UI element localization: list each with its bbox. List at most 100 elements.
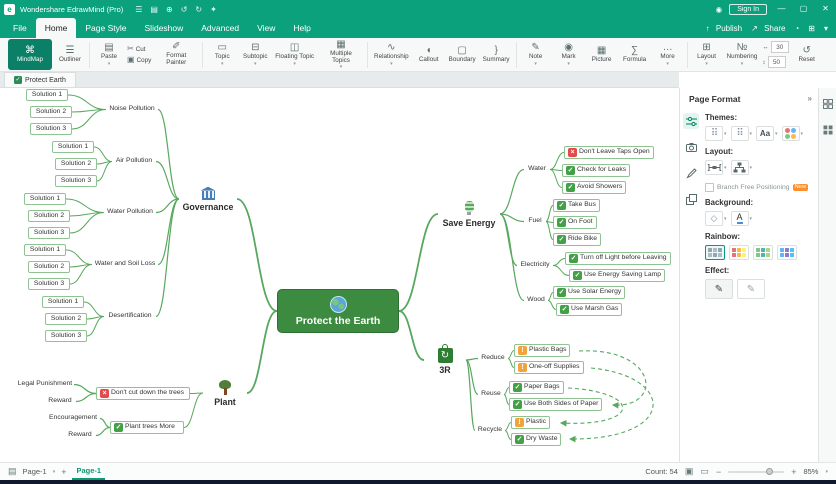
mindmap-node-marsh[interactable]: ✓Use Marsh Gas [556, 303, 622, 316]
mindmap-node-noise-s1[interactable]: Solution 1 [26, 89, 68, 101]
h-spacing-stepper[interactable]: ↔ 30 [762, 41, 788, 53]
fit-screen-icon[interactable]: ▣ [685, 466, 694, 477]
mindmap-node-light[interactable]: ✓Turn off Light before Leaving [565, 252, 671, 265]
mindmap-node-legal[interactable]: Legal Punishment [16, 379, 74, 390]
layout-tree-button[interactable]: ▾ [731, 160, 753, 175]
topic-button[interactable]: ▭Topic▾ [207, 39, 237, 70]
mindmap-node-showers[interactable]: ✓Avoid Showers [562, 181, 626, 194]
theme-style-button-2[interactable]: ⠿▾ [731, 126, 753, 141]
user-icon[interactable]: ◉ [716, 5, 723, 14]
rainbow-option-1[interactable] [705, 245, 725, 260]
menu-item-file[interactable]: File [4, 18, 36, 38]
page-selector[interactable]: Page-1▾ [23, 467, 56, 476]
mindmap-node-air-s2[interactable]: Solution 2 [55, 158, 97, 170]
mindmap-node-r3[interactable]: 3R [424, 344, 466, 376]
search-icon[interactable]: ✦ [210, 5, 217, 14]
mindmap-node-dontcut[interactable]: ×Don't cut down the trees [96, 387, 190, 400]
mindmap-node-taps[interactable]: ×Don't Leave Taps Open [564, 146, 654, 159]
more-button[interactable]: …More▾ [653, 39, 683, 70]
formula-button[interactable]: ∑Formula [620, 39, 650, 70]
grid-view-alt-icon[interactable] [820, 122, 836, 138]
picture-button[interactable]: ▦Picture [587, 39, 617, 70]
mindmap-node-waterpol-s3[interactable]: Solution 3 [28, 227, 70, 239]
mindmap-node-save-energy[interactable]: Save Energy [438, 195, 500, 233]
mindmap-node-water[interactable]: Water [524, 164, 550, 175]
chevron-down-icon[interactable]: ▾ [824, 24, 828, 33]
mindmap-node-air[interactable]: Air Pollution [112, 156, 156, 167]
cut-button[interactable]: ✂Cut [127, 45, 151, 53]
mindmap-node-reduce[interactable]: Reduce [478, 353, 508, 364]
mindmap-node-reward1[interactable]: Reward [44, 396, 76, 407]
bell-icon[interactable]: ◔ [794, 24, 799, 33]
mindmap-node-soil[interactable]: Water and Soil Loss [92, 259, 158, 270]
layout-button[interactable]: ⊞Layout▾ [692, 39, 722, 70]
mindmap-node-desert-s3[interactable]: Solution 3 [45, 330, 87, 342]
minimize-button[interactable]: — [774, 0, 789, 18]
menu-icon[interactable]: ☰ [135, 5, 142, 14]
mindmap-node-bothsides[interactable]: ✓Use Both Sides of Paper [509, 398, 602, 411]
mindmap-node-soil-s1[interactable]: Solution 1 [24, 244, 66, 256]
reset-button[interactable]: ↺Reset [792, 39, 822, 70]
presentation-icon[interactable]: ▭ [700, 466, 709, 477]
mindmap-node-pbags[interactable]: !Plastic Bags [514, 344, 570, 357]
mindmap-node-desert-s2[interactable]: Solution 2 [45, 313, 87, 325]
mindmap-node-desert-s1[interactable]: Solution 1 [42, 296, 84, 308]
outliner-view-button[interactable]: ☰ Outliner [55, 39, 85, 70]
mindmap-node-paperbags[interactable]: ✓Paper Bags [509, 381, 564, 394]
theme-color-button[interactable]: ▾ [782, 126, 804, 141]
mindmap-node-fuel[interactable]: Fuel [524, 216, 546, 227]
v-spacing-stepper[interactable]: ↕ 50 [762, 56, 788, 68]
redo-icon[interactable]: ↻ [195, 5, 202, 14]
pen-tab-icon[interactable] [683, 165, 699, 181]
mark-button[interactable]: ◉Mark▾ [554, 39, 584, 70]
mindmap-node-solar[interactable]: ✓Use Solar Energy [553, 286, 625, 299]
mindmap-node-noise-s3[interactable]: Solution 3 [30, 123, 72, 135]
multiple-topics-button[interactable]: ▦Multiple Topics▾ [319, 39, 363, 70]
mindmap-canvas[interactable]: Protect the EarthGovernancePlantSave Ene… [0, 88, 679, 462]
mindmap-node-planttrees[interactable]: ✓Plant trees More [110, 421, 184, 434]
mindmap-node-governance[interactable]: Governance [179, 180, 237, 218]
mindmap-node-reward2[interactable]: Reward [64, 430, 96, 441]
format-tab-icon[interactable] [683, 113, 699, 129]
document-tab[interactable]: ✓ Protect Earth [4, 72, 76, 87]
mindmap-node-desert[interactable]: Desertification [104, 311, 156, 322]
format-painter-button[interactable]: ✐ Format Painter [154, 39, 198, 70]
copy-button[interactable]: ▣Copy [127, 56, 151, 64]
zoom-slider[interactable] [728, 471, 784, 473]
mindmap-node-plant[interactable]: Plant [203, 376, 247, 410]
undo-icon[interactable]: ↺ [181, 5, 188, 14]
publish-button[interactable]: ↑ Publish [706, 24, 742, 33]
zoom-out-button[interactable]: − [716, 467, 721, 477]
background-style-button[interactable]: ◇▾ [705, 211, 727, 226]
close-button[interactable]: ✕ [818, 0, 833, 18]
layout-mindmap-button[interactable]: ▾ [705, 160, 727, 175]
rainbow-option-2[interactable] [729, 245, 749, 260]
mindmap-node-foot[interactable]: ✓On Foot [553, 216, 597, 229]
floating-topic-button[interactable]: ◫Floating Topic▾ [273, 39, 316, 70]
save-icon[interactable]: ▤ [150, 5, 158, 14]
relationship-button[interactable]: ∿Relationship▾ [372, 39, 411, 70]
background-color-button[interactable]: A▾ [731, 211, 753, 226]
theme-font-button[interactable]: Aa▾ [756, 126, 778, 141]
outline-toggle-icon[interactable]: ▤ [8, 466, 17, 477]
mindmap-node-drywaste[interactable]: ✓Dry Waste [511, 433, 561, 446]
menu-item-page-style[interactable]: Page Style [76, 18, 135, 38]
maximize-button[interactable]: ▢ [796, 0, 811, 18]
mindmap-node-soil-s2[interactable]: Solution 2 [28, 261, 70, 273]
menu-item-help[interactable]: Help [284, 18, 319, 38]
mindmap-node-waterpol-s1[interactable]: Solution 1 [24, 193, 66, 205]
mindmap-node-waterpol[interactable]: Water Pollution [104, 207, 156, 218]
snapshot-tab-icon[interactable] [683, 139, 699, 155]
mindmap-node-wood[interactable]: Wood [524, 295, 548, 306]
mindmap-node-bike[interactable]: ✓Ride Bike [553, 233, 601, 246]
sign-in-button[interactable]: Sign In [729, 4, 767, 15]
mindmap-node-recycle[interactable]: Recycle [475, 425, 505, 436]
boundary-button[interactable]: ▢Boundary [447, 39, 478, 70]
rainbow-option-3[interactable] [753, 245, 773, 260]
numbering-button[interactable]: №Numbering▾ [725, 39, 760, 70]
menu-item-view[interactable]: View [248, 18, 284, 38]
callout-button[interactable]: ◖Callout [414, 39, 444, 70]
mindmap-node-air-s3[interactable]: Solution 3 [55, 175, 97, 187]
layers-tab-icon[interactable] [683, 191, 699, 207]
mindmap-node-waterpol-s2[interactable]: Solution 2 [28, 210, 70, 222]
